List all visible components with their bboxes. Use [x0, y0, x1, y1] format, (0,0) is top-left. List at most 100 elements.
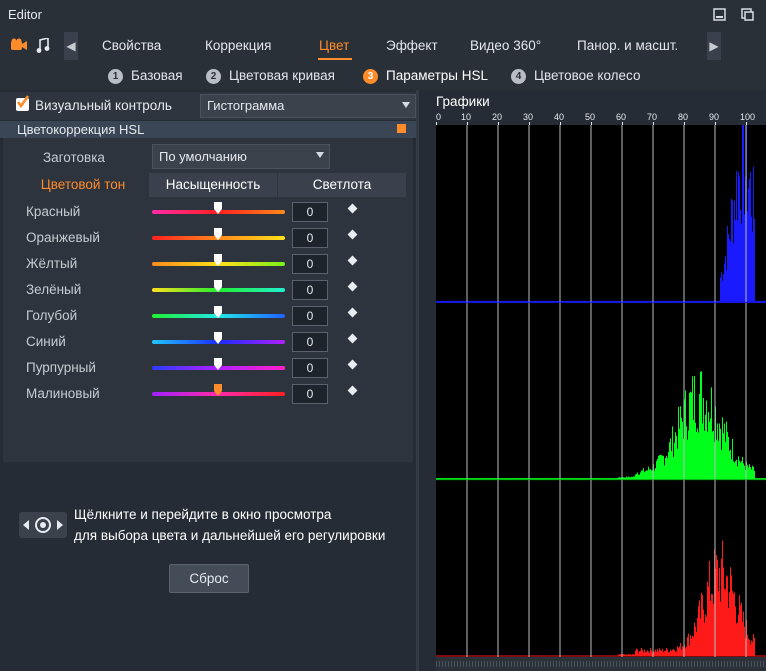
reset-diamond-icon[interactable] [347, 333, 358, 344]
subtab-label: Базовая [131, 68, 183, 83]
hsl-section-header[interactable]: Цветокоррекция HSL [0, 121, 416, 138]
tick-label: 40 [554, 112, 565, 122]
slider-thumb[interactable] [214, 306, 222, 318]
visual-control-checkbox[interactable] [16, 95, 29, 111]
preset-value: По умолчанию [159, 149, 247, 164]
graphs-panel: Графики 0 10 20 30 40 50 60 70 80 90 100 [419, 90, 766, 671]
value-input[interactable]: 0 [292, 384, 328, 404]
value-input[interactable]: 0 [292, 280, 328, 300]
subtab-label: Цветовое колесо [534, 68, 641, 83]
preset-dropdown[interactable]: По умолчанию [152, 144, 330, 169]
tabs-scroll-left-button[interactable]: ◀ [64, 32, 78, 60]
tick-label: 90 [709, 112, 720, 122]
visual-mode-dropdown[interactable]: Гистограмма [200, 94, 416, 118]
value-input[interactable]: 0 [292, 228, 328, 248]
slider-thumb[interactable] [214, 254, 222, 266]
color-row: Малиновый 0 [0, 382, 416, 408]
tab-color-underline [318, 58, 352, 60]
minimize-icon[interactable] [713, 8, 726, 21]
slider-thumb[interactable] [214, 202, 222, 214]
reset-diamond-icon[interactable] [347, 229, 358, 240]
reset-diamond-icon[interactable] [347, 255, 358, 266]
value-input[interactable]: 0 [292, 202, 328, 222]
tab-properties[interactable]: Свойства [102, 38, 161, 53]
reset-diamond-icon[interactable] [347, 203, 358, 214]
tab-color[interactable]: Цвет [319, 38, 349, 53]
tick-label: 70 [647, 112, 658, 122]
value-input[interactable]: 0 [292, 358, 328, 378]
color-row: Оранжевый 0 [0, 226, 416, 252]
horizontal-scrollbar[interactable] [436, 657, 766, 671]
subtab-hsl[interactable]: 3 Параметры HSL [363, 68, 488, 84]
slider-thumb[interactable] [214, 280, 222, 292]
subtab-label: Цветовая кривая [229, 68, 335, 83]
histogram [436, 110, 766, 657]
restore-icon[interactable] [741, 8, 754, 21]
picker-hint-line1: Щёлкните и перейдите в окно просмотра [74, 507, 332, 522]
color-label: Пурпурный [26, 360, 96, 375]
eyedropper-target-icon [23, 517, 63, 533]
color-row: Синий 0 [0, 330, 416, 356]
step-number: 3 [363, 69, 378, 84]
section-marker-icon [397, 124, 406, 133]
color-label: Жёлтый [26, 256, 78, 271]
visual-control-row: Визуальный контроль Гистограмма [0, 92, 416, 120]
reset-button[interactable]: Сброс [169, 564, 249, 593]
tab-pan-zoom[interactable]: Панор. и масшт. [577, 38, 678, 53]
tab-correction[interactable]: Коррекция [205, 38, 271, 53]
color-label: Оранжевый [26, 230, 100, 245]
picker-hint-line2: для выбора цвета и дальнейшей его регули… [74, 528, 386, 543]
video-icon[interactable] [10, 38, 28, 55]
music-icon[interactable] [36, 36, 50, 57]
value-input[interactable]: 0 [292, 254, 328, 274]
slider-thumb[interactable] [214, 332, 222, 344]
step-number: 4 [511, 69, 526, 84]
slider-thumb[interactable] [214, 228, 222, 240]
tick-label: 30 [523, 112, 534, 122]
chevron-down-icon [402, 102, 410, 108]
subtab-color-curve[interactable]: 2 Цветовая кривая [206, 68, 335, 84]
visual-mode-value: Гистограмма [207, 98, 285, 113]
subtab-label: Параметры HSL [386, 68, 488, 83]
scrollbar-thumb[interactable] [436, 661, 766, 667]
step-number: 2 [206, 69, 221, 84]
tick-label: 10 [461, 112, 472, 122]
sub-tabs-bar: 1 Базовая 2 Цветовая кривая 3 Параметры HSL… [0, 62, 766, 90]
step-number: 1 [108, 69, 123, 84]
tab-effect[interactable]: Эффект [386, 38, 438, 53]
tick-label: 80 [678, 112, 689, 122]
reset-diamond-icon[interactable] [347, 359, 358, 370]
color-row: Красный 0 [0, 200, 416, 226]
value-input[interactable]: 0 [292, 332, 328, 352]
color-label: Синий [26, 334, 66, 349]
color-label: Малиновый [26, 386, 100, 401]
window-title: Editor [8, 7, 42, 22]
tabs-scroll-right-button[interactable]: ▶ [707, 32, 721, 60]
slider-thumb[interactable] [214, 384, 222, 396]
tick-label: 20 [492, 112, 503, 122]
reset-diamond-icon[interactable] [347, 385, 358, 396]
tick-label: 100 [740, 112, 756, 122]
main-tabs-bar: ◀ Свойства Коррекция Цвет Эффект Видео 3… [0, 30, 766, 62]
histogram-canvas [436, 110, 766, 657]
chevron-down-icon [316, 152, 324, 158]
tab-saturation[interactable]: Насыщенность [149, 173, 277, 197]
reset-diamond-icon[interactable] [347, 281, 358, 292]
tab-video360[interactable]: Видео 360° [470, 38, 541, 53]
color-row: Жёлтый 0 [0, 252, 416, 278]
color-row: Пурпурный 0 [0, 356, 416, 382]
left-panel: Визуальный контроль Гистограмма Цветокор… [0, 90, 416, 671]
tab-lightness[interactable]: Светлота [278, 173, 406, 197]
subtab-color-wheel[interactable]: 4 Цветовое колесо [511, 68, 640, 84]
value-input[interactable]: 0 [292, 306, 328, 326]
visual-control-label: Визуальный контроль [35, 98, 172, 113]
preset-label: Заготовка [43, 150, 105, 165]
slider-thumb[interactable] [214, 358, 222, 370]
tick-label: 60 [616, 112, 627, 122]
reset-diamond-icon[interactable] [347, 307, 358, 318]
color-picker-button[interactable] [19, 512, 67, 538]
subtab-basic[interactable]: 1 Базовая [108, 68, 183, 84]
tab-hue[interactable]: Цветовой тон [18, 173, 148, 197]
color-label: Голубой [26, 308, 78, 323]
hsl-mode-tabs: Цветовой тон Насыщенность Светлота [18, 173, 406, 197]
